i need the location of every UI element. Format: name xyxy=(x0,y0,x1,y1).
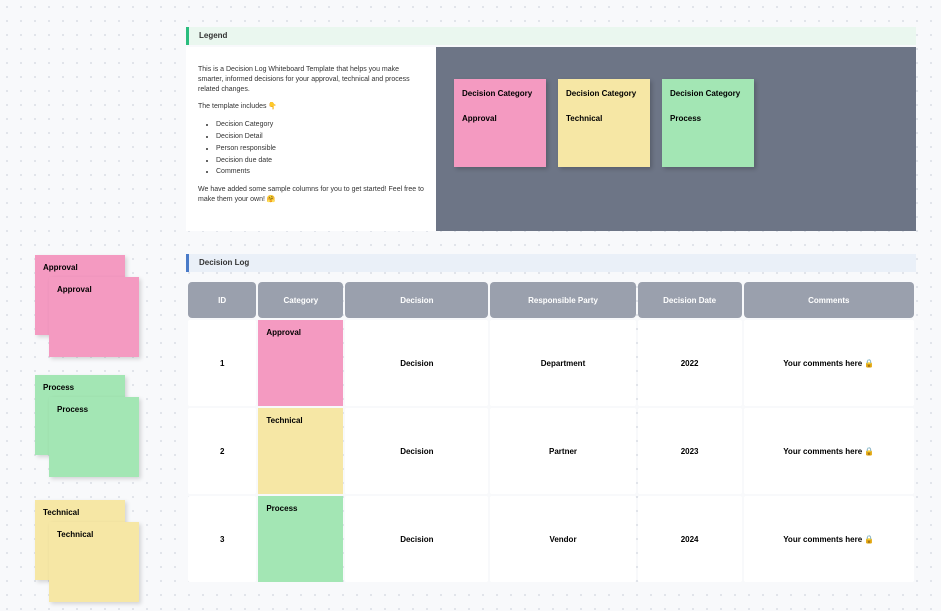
col-header-party: Responsible Party xyxy=(490,282,635,318)
col-header-comments: Comments xyxy=(744,282,914,318)
cell-comments[interactable]: Your comments here 🔒 xyxy=(744,320,914,406)
col-header-id: ID xyxy=(188,282,256,318)
sticky-pair-approval[interactable]: Approval Approval xyxy=(35,255,135,355)
cell-category[interactable]: Technical xyxy=(258,408,343,494)
category-note-technical[interactable]: Decision Category Technical xyxy=(558,79,650,167)
legend-item: Decision Category xyxy=(216,120,424,130)
table-row: 1 Approval Decision Department 2022 Your… xyxy=(188,320,914,406)
table-row: 3 Process Decision Vendor 2024 Your comm… xyxy=(188,496,914,582)
category-title: Decision Category xyxy=(462,89,538,98)
cell-id[interactable]: 3 xyxy=(188,496,256,582)
sticky-label: Technical xyxy=(43,508,79,517)
col-header-decision: Decision xyxy=(345,282,488,318)
cell-party[interactable]: Partner xyxy=(490,408,635,494)
cell-date[interactable]: 2022 xyxy=(638,320,742,406)
category-tag-process[interactable]: Process xyxy=(258,496,343,582)
cell-id[interactable]: 1 xyxy=(188,320,256,406)
cell-id[interactable]: 2 xyxy=(188,408,256,494)
category-name: Technical xyxy=(566,114,642,123)
cell-category[interactable]: Process xyxy=(258,496,343,582)
legend-item: Comments xyxy=(216,167,424,177)
category-title: Decision Category xyxy=(566,89,642,98)
category-tag-approval[interactable]: Approval xyxy=(258,320,343,406)
col-header-date: Decision Date xyxy=(638,282,742,318)
legend-includes-label: The template includes 👇 xyxy=(198,102,424,112)
category-note-approval[interactable]: Decision Category Approval xyxy=(454,79,546,167)
legend-outro: We have added some sample columns for yo… xyxy=(198,185,424,205)
table-row: 2 Technical Decision Partner 2023 Your c… xyxy=(188,408,914,494)
legend-description: This is a Decision Log Whiteboard Templa… xyxy=(186,47,436,231)
cell-party[interactable]: Department xyxy=(490,320,635,406)
legend-title: Legend xyxy=(199,31,227,40)
cell-decision[interactable]: Decision xyxy=(345,408,488,494)
legend-body: This is a Decision Log Whiteboard Templa… xyxy=(186,47,916,231)
sticky-pair-process[interactable]: Process Process xyxy=(35,375,135,475)
legend-item: Person responsible xyxy=(216,144,424,154)
cell-decision[interactable]: Decision xyxy=(345,320,488,406)
table-header-row: ID Category Decision Responsible Party D… xyxy=(188,282,914,318)
legend-intro: This is a Decision Log Whiteboard Templa… xyxy=(198,65,424,94)
cell-party[interactable]: Vendor xyxy=(490,496,635,582)
legend-includes-list: Decision Category Decision Detail Person… xyxy=(216,120,424,177)
sticky-label: Process xyxy=(43,383,74,392)
legend-board: Decision Category Approval Decision Cate… xyxy=(436,47,916,231)
category-title: Decision Category xyxy=(670,89,746,98)
cell-date[interactable]: 2023 xyxy=(638,408,742,494)
sticky-note-front[interactable]: Approval xyxy=(49,277,139,357)
category-name: Approval xyxy=(462,114,538,123)
col-header-category: Category xyxy=(258,282,343,318)
legend-item: Decision Detail xyxy=(216,132,424,142)
decision-log-title: Decision Log xyxy=(199,258,249,267)
legend-header: Legend xyxy=(186,27,916,45)
decision-log-header: Decision Log xyxy=(186,254,916,272)
category-note-process[interactable]: Decision Category Process xyxy=(662,79,754,167)
cell-category[interactable]: Approval xyxy=(258,320,343,406)
sticky-label: Approval xyxy=(57,285,92,294)
legend-item: Decision due date xyxy=(216,156,424,166)
sticky-label: Approval xyxy=(43,263,78,272)
category-tag-technical[interactable]: Technical xyxy=(258,408,343,494)
cell-comments[interactable]: Your comments here 🔒 xyxy=(744,496,914,582)
sticky-label: Process xyxy=(57,405,88,414)
sticky-note-front[interactable]: Technical xyxy=(49,522,139,602)
sticky-label: Technical xyxy=(57,530,93,539)
decision-log-table: ID Category Decision Responsible Party D… xyxy=(186,280,916,584)
cell-decision[interactable]: Decision xyxy=(345,496,488,582)
sticky-pair-technical[interactable]: Technical Technical xyxy=(35,500,135,600)
category-name: Process xyxy=(670,114,746,123)
cell-comments[interactable]: Your comments here 🔒 xyxy=(744,408,914,494)
sticky-note-front[interactable]: Process xyxy=(49,397,139,477)
cell-date[interactable]: 2024 xyxy=(638,496,742,582)
